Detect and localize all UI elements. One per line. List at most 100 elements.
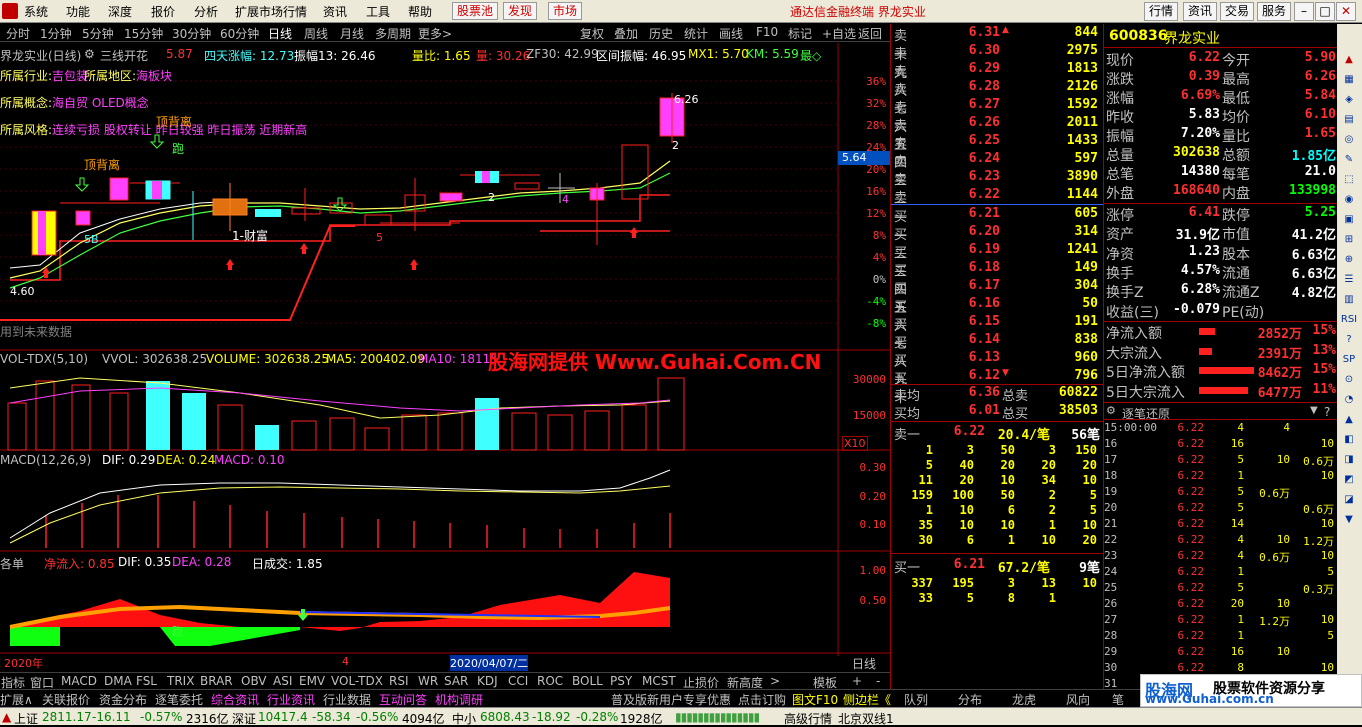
side-icon[interactable]: ⊞ — [1340, 230, 1358, 250]
maximize-icon[interactable]: □ — [1315, 2, 1335, 21]
tab-psy[interactable]: PSY — [610, 674, 632, 688]
menu-help[interactable]: 帮助 — [408, 3, 432, 20]
period-1min[interactable]: 1分钟 — [40, 25, 72, 42]
func-dragon-tiger[interactable]: 龙虎 — [1012, 691, 1036, 708]
func-queue[interactable]: 队列 — [904, 691, 928, 708]
order-book-price[interactable]: 6.27 — [960, 97, 1000, 112]
stock-pool-button[interactable]: 股票池 — [452, 2, 499, 20]
tick-list[interactable]: 15:00:00 6.22 4 4 16 6.22 16 10 17 6.22 5 10 0.6万 18 6… — [1104, 421, 1337, 689]
func-capital-distribution[interactable]: 资金分布 — [99, 691, 147, 708]
order-book-price[interactable]: 6.16 — [960, 296, 1000, 311]
trade-button[interactable]: 交易 — [1220, 2, 1255, 21]
tool-f10[interactable]: F10 — [756, 25, 778, 39]
side-icon[interactable]: ◈ — [1340, 90, 1358, 110]
period-15min[interactable]: 15分钟 — [124, 25, 163, 42]
tab-emv[interactable]: EMV — [299, 674, 325, 688]
menu-system[interactable]: 系统 — [24, 3, 48, 20]
func-related-quote[interactable]: 关联报价 — [42, 691, 90, 708]
period-weekly[interactable]: 周线 — [304, 25, 328, 42]
func-f10-graphic[interactable]: 图文F10 — [792, 691, 838, 708]
order-book-price[interactable]: 6.20 — [960, 224, 1000, 239]
side-icon[interactable]: ▲ — [1340, 50, 1358, 70]
side-icon[interactable]: ⊕ — [1340, 250, 1358, 270]
discover-button[interactable]: 发现 — [503, 2, 538, 20]
period-monthly[interactable]: 月线 — [340, 25, 364, 42]
order-book-price[interactable]: 6.23 — [960, 169, 1000, 184]
func-general-info[interactable]: 综合资讯 — [211, 691, 259, 708]
period-more[interactable]: 更多> — [418, 25, 452, 42]
func-expand[interactable]: 扩展∧ — [0, 691, 33, 708]
side-icon[interactable]: ✎ — [1340, 150, 1358, 170]
tab-dma[interactable]: DMA — [104, 674, 132, 688]
order-book-price[interactable]: 6.28 — [960, 79, 1000, 94]
minimize-icon[interactable]: – — [1294, 2, 1314, 21]
func-distribution[interactable]: 分布 — [958, 691, 982, 708]
menu-analysis[interactable]: 分析 — [194, 3, 218, 20]
side-icon[interactable]: ▣ — [1340, 210, 1358, 230]
close-icon[interactable]: ✕ — [1336, 2, 1356, 21]
side-icon[interactable]: ▲ — [1340, 410, 1358, 430]
side-icon[interactable]: ◩ — [1340, 470, 1358, 490]
tab-roc[interactable]: ROC — [537, 674, 563, 688]
func-wind-direction[interactable]: 风向 — [1066, 691, 1090, 708]
chart-area[interactable]: 36% 32% 28% 24% 20% 16% 12% 8% 4% 0% -4%… — [0, 43, 890, 671]
tick-help-icon[interactable]: ? — [1324, 405, 1330, 419]
order-book-price[interactable]: 6.29 — [960, 61, 1000, 76]
menu-function[interactable]: 功能 — [66, 3, 90, 20]
tool-draw[interactable]: 画线 — [719, 25, 743, 42]
tab-brar[interactable]: BRAR — [200, 674, 233, 688]
order-book-price[interactable]: 6.19 — [960, 242, 1000, 257]
tab-wr[interactable]: WR — [418, 674, 438, 688]
order-book-price[interactable]: 6.13 — [960, 350, 1000, 365]
quote-button[interactable]: 行情 — [1144, 2, 1179, 21]
tick-filter-icon[interactable]: ▼ — [1310, 405, 1318, 416]
tool-mark[interactable]: 标记 — [788, 25, 812, 42]
side-icon[interactable]: ◎ — [1340, 130, 1358, 150]
order-book-price[interactable]: 6.14 — [960, 332, 1000, 347]
tool-statistics[interactable]: 统计 — [684, 25, 708, 42]
tab-rsi[interactable]: RSI — [389, 674, 409, 688]
menu-extended-market[interactable]: 扩展市场行情 — [235, 3, 307, 20]
tab-obv[interactable]: OBV — [241, 674, 267, 688]
side-icon[interactable]: ◉ — [1340, 190, 1358, 210]
func-sidebar-toggle[interactable]: 侧边栏《 — [843, 691, 891, 708]
tab-asi[interactable]: ASI — [273, 674, 292, 688]
func-subscribe[interactable]: 点击订购 — [738, 691, 786, 708]
side-icon[interactable]: ◧ — [1340, 430, 1358, 450]
tool-back[interactable]: 返回 — [858, 25, 882, 42]
period-daily[interactable]: 日线 — [268, 25, 292, 42]
order-book-price[interactable]: 6.21 — [960, 206, 1000, 221]
func-tick[interactable]: 笔 — [1112, 691, 1124, 708]
tick-settings-icon[interactable]: ⚙ — [1106, 404, 1116, 417]
order-book-price[interactable]: 6.30 — [960, 43, 1000, 58]
func-industry-info[interactable]: 行业资讯 — [267, 691, 315, 708]
menu-depth[interactable]: 深度 — [108, 3, 132, 20]
tab-mcst[interactable]: MCST — [642, 674, 676, 688]
side-icon[interactable]: ⊙ — [1340, 370, 1358, 390]
order-book-price[interactable]: 6.22 — [960, 187, 1000, 202]
side-icon[interactable]: ◔ — [1340, 390, 1358, 410]
tab-vol-tdx[interactable]: VOL-TDX — [331, 674, 383, 688]
chart-settings-icon[interactable]: ⚙ — [84, 47, 95, 61]
side-icon[interactable]: ◪ — [1340, 490, 1358, 510]
info-button[interactable]: 资讯 — [1183, 2, 1218, 21]
period-multi[interactable]: 多周期 — [375, 25, 411, 42]
side-icon[interactable]: ⬚ — [1340, 170, 1358, 190]
func-qa[interactable]: 互动问答 — [379, 691, 427, 708]
side-icon-rsi[interactable]: RSI — [1340, 310, 1358, 330]
tab-more-arrow[interactable]: > — [770, 674, 780, 688]
tab-fsl[interactable]: FSL — [136, 674, 157, 688]
order-book-price[interactable]: 6.12 — [960, 368, 1000, 383]
side-icon[interactable]: ▦ — [1340, 70, 1358, 90]
side-icon[interactable]: ▤ — [1340, 110, 1358, 130]
side-icon[interactable]: ☰ — [1340, 270, 1358, 290]
side-icon[interactable]: ▥ — [1340, 290, 1358, 310]
tool-overlay[interactable]: 叠加 — [614, 25, 638, 42]
period-30min[interactable]: 30分钟 — [172, 25, 211, 42]
period-tick[interactable]: 分时 — [6, 25, 30, 42]
side-icon-sp[interactable]: SP — [1340, 350, 1358, 370]
order-book-price[interactable]: 6.31 — [960, 25, 1000, 40]
order-book-price[interactable]: 6.18 — [960, 260, 1000, 275]
period-5min[interactable]: 5分钟 — [82, 25, 114, 42]
order-book-price[interactable]: 6.15 — [960, 314, 1000, 329]
